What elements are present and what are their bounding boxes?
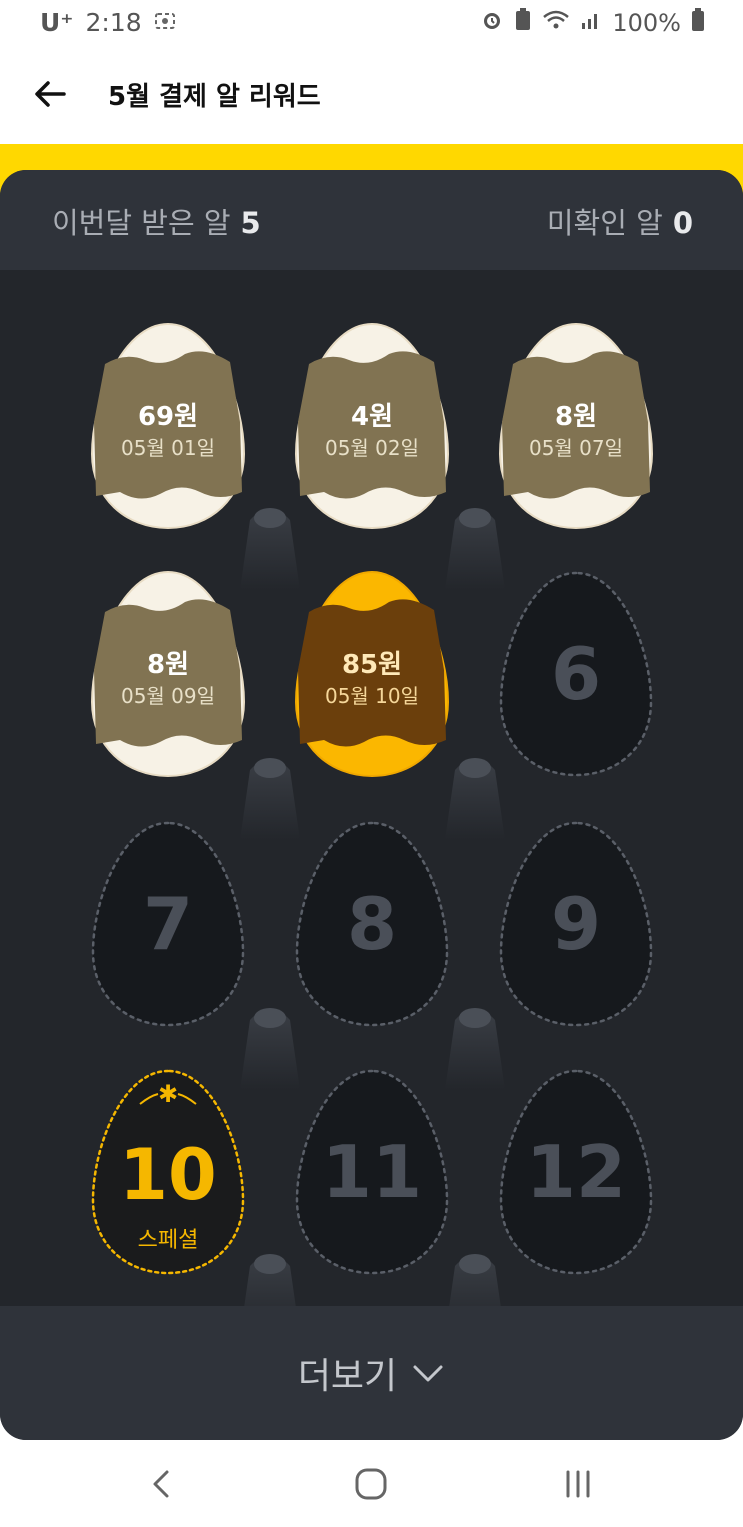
battery-percent: 100%	[612, 9, 681, 37]
app-bar: 5월 결제 알 리워드	[0, 46, 743, 144]
more-bar: 더보기	[0, 1306, 743, 1440]
egg-amount: 8원	[554, 402, 597, 432]
nav-recent-button[interactable]	[548, 1462, 608, 1506]
nav-home-icon	[355, 1468, 387, 1500]
egg-number: 12	[525, 1130, 627, 1214]
egg-locked[interactable]: 6	[498, 570, 654, 778]
unconfirmed-summary: 미확인 알 0	[547, 200, 693, 242]
alarm-icon	[480, 8, 504, 38]
nav-home-button[interactable]	[341, 1462, 401, 1506]
battery-saver-icon	[514, 8, 532, 38]
egg-amount: 4원	[350, 402, 393, 432]
system-nav-bar	[0, 1440, 743, 1527]
egg-date: 05월 09일	[120, 684, 216, 708]
egg-locked[interactable]: 11	[294, 1068, 450, 1276]
wifi-icon	[542, 9, 570, 37]
egg-locked[interactable]: 9	[498, 820, 654, 1028]
chevron-down-icon	[413, 1365, 443, 1382]
egg-date: 05월 07일	[528, 436, 624, 460]
egg-number: 8	[346, 882, 398, 966]
egg-opened[interactable]: 4원 05월 02일	[294, 322, 450, 530]
egg-locked[interactable]: 8	[294, 820, 450, 1028]
egg-special[interactable]: ✱ 10 스페셜	[90, 1068, 246, 1276]
egg-number: 7	[142, 882, 194, 966]
signal-icon	[580, 9, 602, 37]
egg-opened[interactable]: 69원 05월 01일	[90, 322, 246, 530]
clock: 2:18	[85, 8, 142, 37]
egg-date: 05월 02일	[324, 436, 420, 460]
egg-number: 11	[321, 1130, 423, 1214]
unconfirmed-count: 0	[672, 206, 693, 240]
nav-back-icon	[153, 1470, 169, 1498]
nav-back-button[interactable]	[132, 1462, 192, 1506]
screen-record-icon	[154, 8, 176, 37]
egg-amount: 85원	[341, 650, 403, 680]
egg-locked[interactable]: 12	[498, 1068, 654, 1276]
received-count: 5	[240, 206, 261, 240]
carrier-label: U⁺	[40, 8, 74, 37]
unconfirmed-label: 미확인 알	[546, 206, 663, 240]
more-label: 더보기	[297, 1356, 398, 1397]
page-title: 5월 결제 알 리워드	[108, 82, 321, 112]
egg-amount: 69원	[137, 402, 199, 432]
egg-date: 05월 10일	[324, 684, 420, 708]
egg-grid: 69원 05월 01일 4원 05월 02일 8원 05월 07일 8원 05월…	[0, 270, 743, 1336]
special-label: 스페셜	[137, 1228, 199, 1253]
status-bar: U⁺ 2:18 100%	[0, 0, 743, 46]
battery-icon	[691, 8, 705, 38]
sparkle-icon: ✱	[157, 1080, 179, 1108]
egg-opened[interactable]: 8원 05월 07일	[498, 322, 654, 530]
egg-number: 10	[119, 1134, 217, 1216]
arrow-left-icon	[35, 81, 66, 107]
egg-amount: 8원	[146, 650, 189, 680]
received-summary: 이번달 받은 알 5	[52, 200, 261, 242]
egg-locked[interactable]: 7	[90, 820, 246, 1028]
egg-number: 6	[550, 632, 602, 716]
received-label: 이번달 받은 알	[52, 206, 231, 240]
back-button[interactable]	[30, 74, 70, 114]
reward-card: 이번달 받은 알 5 미확인 알 0 69원 05월 01일 4원 05월 02일 …	[0, 170, 743, 1440]
nav-recent-icon	[566, 1470, 590, 1498]
summary-bar: 이번달 받은 알 5 미확인 알 0	[0, 170, 743, 270]
more-button[interactable]: 더보기	[0, 1306, 743, 1440]
egg-number: 9	[550, 882, 602, 966]
egg-opened[interactable]: 8원 05월 09일	[90, 570, 246, 778]
egg-opened-gold[interactable]: 85원 05월 10일	[294, 570, 450, 778]
egg-date: 05월 01일	[120, 436, 216, 460]
